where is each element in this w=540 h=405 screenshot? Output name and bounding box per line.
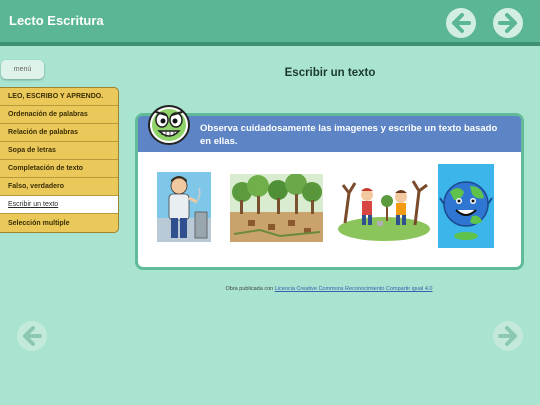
sidebar-item-completacion[interactable]: Completación de texto: [0, 160, 118, 178]
next-page-button-bottom[interactable]: [493, 321, 523, 351]
license-footer: Obra publicada con Licencia Creative Com…: [0, 286, 540, 292]
sidebar-item-escribir-texto[interactable]: Escribir un texto: [0, 196, 118, 214]
sidebar-item-leo-escribo[interactable]: LEO, ESCRIBO Y APRENDO.: [0, 88, 118, 106]
arrow-left-icon: [452, 13, 471, 33]
arrow-right-icon: [498, 326, 517, 346]
sidebar-item-ordenacion[interactable]: Ordenación de palabras: [0, 106, 118, 124]
sidebar-nav: LEO, ESCRIBO Y APRENDO. Ordenación de pa…: [0, 87, 119, 233]
footer-prefix: Obra publicada con: [225, 286, 275, 292]
arrow-right-icon: [498, 13, 517, 33]
instruction-text: Observa cuidadosamente las imagenes y es…: [200, 123, 498, 147]
man-smoking-image: [157, 172, 211, 242]
app-title: Lecto Escritura: [9, 13, 104, 28]
top-bar: Lecto Escritura: [0, 0, 540, 46]
sidebar-item-sopa-letras[interactable]: Sopa de letras: [0, 142, 118, 160]
happy-earth-image: [438, 164, 494, 248]
arrow-left-icon: [23, 326, 42, 346]
sidebar-item-relacion[interactable]: Relación de palabras: [0, 124, 118, 142]
previous-page-button-bottom[interactable]: [17, 321, 47, 351]
children-planting-trees-image: [335, 173, 433, 243]
menu-button[interactable]: menú: [1, 60, 44, 79]
license-link[interactable]: Licencia Creative Commons Reconocimiento…: [275, 286, 433, 292]
sidebar-item-seleccion-multiple[interactable]: Selección multiple: [0, 214, 118, 232]
next-page-button[interactable]: [493, 8, 523, 38]
previous-page-button[interactable]: [446, 8, 476, 38]
deforested-landscape-image: [230, 174, 323, 242]
sidebar-item-falso-verdadero[interactable]: Falso, verdadero: [0, 178, 118, 196]
page-title: Escribir un texto: [284, 67, 376, 79]
mascot-face-icon: [148, 105, 190, 145]
instruction-header: Observa cuidadosamente las imagenes y es…: [138, 116, 521, 152]
